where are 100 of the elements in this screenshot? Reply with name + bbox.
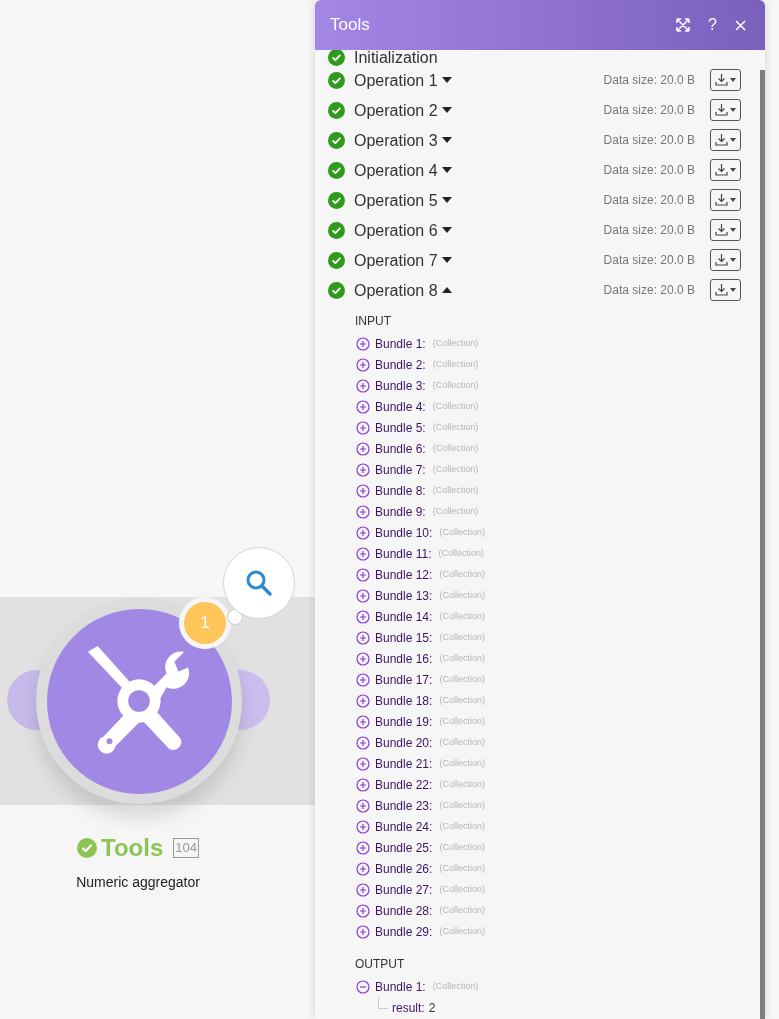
bundle-label[interactable]: Bundle 6: — [375, 439, 426, 458]
caret-down-icon[interactable] — [441, 107, 452, 113]
expand-icon[interactable] — [356, 378, 370, 393]
caret-down-icon — [730, 138, 736, 142]
help-button[interactable]: ? — [708, 13, 717, 37]
operation-label[interactable]: Operation 7 — [354, 252, 438, 268]
expand-icon[interactable] — [356, 567, 370, 582]
expand-icon[interactable] — [356, 546, 370, 561]
expand-icon[interactable] — [356, 672, 370, 687]
expand-icon[interactable] — [356, 777, 370, 792]
module-name: Tools — [101, 833, 164, 863]
bundle-label[interactable]: Bundle 16: — [375, 649, 433, 668]
expand-icon[interactable] — [356, 588, 370, 603]
bundle-label[interactable]: Bundle 18: — [375, 691, 433, 710]
download-button[interactable] — [710, 249, 741, 271]
expand-icon[interactable] — [356, 483, 370, 498]
download-button[interactable] — [710, 69, 741, 91]
expand-icon[interactable] — [356, 441, 370, 456]
expand-icon[interactable] — [356, 609, 370, 624]
expand-icon[interactable] — [356, 903, 370, 918]
bundle-label[interactable]: Bundle 28: — [375, 901, 433, 920]
bundle-type: (Collection) — [439, 861, 485, 875]
expand-icon[interactable] — [356, 882, 370, 897]
download-button[interactable] — [710, 159, 741, 181]
bundle-label[interactable]: Bundle 1: — [375, 334, 426, 353]
bundle-label[interactable]: Bundle 23: — [375, 796, 433, 815]
expand-icon[interactable] — [356, 798, 370, 813]
download-icon — [715, 284, 728, 296]
bundle-label[interactable]: Bundle 1: — [375, 977, 426, 996]
caret-down-icon[interactable] — [441, 257, 452, 263]
bundle-label[interactable]: Bundle 15: — [375, 628, 433, 647]
expand-icon[interactable] — [356, 693, 370, 708]
bundle-label[interactable]: Bundle 17: — [375, 670, 433, 689]
expand-icon[interactable] — [356, 735, 370, 750]
bundle-label[interactable]: Bundle 9: — [375, 502, 426, 521]
bundle-label[interactable]: Bundle 25: — [375, 838, 433, 857]
caret-down-icon[interactable] — [441, 167, 452, 173]
expand-icon[interactable] — [356, 924, 370, 939]
close-icon[interactable] — [735, 19, 746, 31]
bundle-label[interactable]: Bundle 11: — [375, 544, 432, 563]
caret-down-icon — [730, 168, 736, 172]
expand-icon[interactable] — [356, 462, 370, 477]
bundle-label[interactable]: Bundle 22: — [375, 775, 433, 794]
bundle-label[interactable]: Bundle 27: — [375, 880, 433, 899]
expand-icon[interactable] — [356, 714, 370, 729]
bundle-label[interactable]: Bundle 29: — [375, 922, 433, 941]
expand-icon[interactable] — [356, 420, 370, 435]
download-icon — [715, 224, 728, 236]
check-icon — [328, 161, 345, 179]
download-button[interactable] — [710, 189, 741, 211]
download-button[interactable] — [710, 279, 741, 301]
bundle-label[interactable]: Bundle 21: — [375, 754, 433, 773]
expand-icon[interactable] — [356, 840, 370, 855]
download-button[interactable] — [710, 129, 741, 151]
caret-down-icon[interactable] — [441, 227, 452, 233]
expand-icon[interactable] — [356, 357, 370, 372]
expand-icon[interactable] — [356, 756, 370, 771]
caret-down-icon[interactable] — [441, 77, 452, 83]
bundle-label[interactable]: Bundle 10: — [375, 523, 433, 542]
download-button[interactable] — [710, 219, 741, 241]
expand-icon[interactable] — [356, 336, 370, 351]
check-icon — [328, 131, 345, 149]
operation-label[interactable]: Operation 8 — [354, 282, 438, 298]
caret-down-icon[interactable] — [441, 197, 452, 203]
check-icon — [328, 281, 345, 299]
download-button[interactable] — [710, 99, 741, 121]
data-size: Data size: 20.0 B — [603, 132, 695, 149]
bundle-label[interactable]: Bundle 5: — [375, 418, 426, 437]
operation-label[interactable]: Initialization — [354, 50, 438, 65]
bundle-label[interactable]: Bundle 13: — [375, 586, 433, 605]
bundle-type: (Collection) — [439, 693, 485, 707]
bundle-label[interactable]: Bundle 26: — [375, 859, 433, 878]
expand-icon[interactable] — [356, 504, 370, 519]
bundle-label[interactable]: Bundle 4: — [375, 397, 426, 416]
operation-label[interactable]: Operation 6 — [354, 222, 438, 238]
expand-icon[interactable] — [356, 819, 370, 834]
bundle-label[interactable]: Bundle 8: — [375, 481, 426, 500]
bundle-label[interactable]: Bundle 20: — [375, 733, 433, 752]
operation-label[interactable]: Operation 3 — [354, 132, 438, 148]
operation-label[interactable]: Operation 5 — [354, 192, 438, 208]
expand-icon[interactable] — [356, 630, 370, 645]
caret-down-icon[interactable] — [441, 137, 452, 143]
expand-icon[interactable] — [356, 651, 370, 666]
bundle-label[interactable]: Bundle 24: — [375, 817, 433, 836]
expand-icon[interactable] — [356, 525, 370, 540]
bundle-label[interactable]: Bundle 2: — [375, 355, 426, 374]
expand-icon[interactable] — [356, 861, 370, 876]
bundle-label[interactable]: Bundle 14: — [375, 607, 433, 626]
data-size: Data size: 20.0 B — [603, 72, 695, 89]
bundle-label[interactable]: Bundle 19: — [375, 712, 433, 731]
collapse-icon[interactable] — [356, 979, 370, 994]
operation-label[interactable]: Operation 4 — [354, 162, 438, 178]
caret-up-icon[interactable] — [441, 287, 452, 293]
operation-label[interactable]: Operation 1 — [354, 72, 438, 88]
data-size: Data size: 20.0 B — [603, 252, 695, 269]
operation-label[interactable]: Operation 2 — [354, 102, 438, 118]
bundle-label[interactable]: Bundle 3: — [375, 376, 426, 395]
bundle-label[interactable]: Bundle 7: — [375, 460, 426, 479]
bundle-label[interactable]: Bundle 12: — [375, 565, 433, 584]
expand-icon[interactable] — [356, 399, 370, 414]
